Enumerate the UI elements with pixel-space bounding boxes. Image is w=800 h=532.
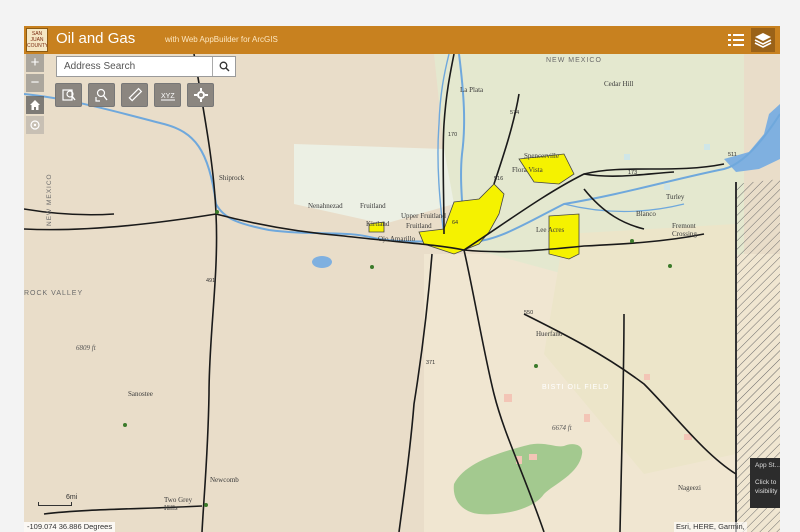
app-state-line2: visibility (755, 488, 778, 495)
state-land-parcel-6 (664, 184, 670, 190)
layer-list-button[interactable] (751, 28, 775, 52)
label-new-mexico-left: NEW MEXICO (46, 173, 53, 226)
address-search (56, 56, 236, 77)
label-route-173: 173 (628, 170, 638, 176)
label-route-491: 491 (206, 278, 216, 284)
label-kirtland: Kirtland (366, 220, 390, 228)
forest-inholding-2 (529, 454, 537, 460)
town-dot-sanostee (123, 423, 127, 427)
list-icon (728, 34, 744, 46)
coordinate-tool-button[interactable]: XYZ (154, 83, 181, 107)
app-header: SAN JUAN COUNTY Oil and Gas with Web App… (24, 26, 780, 54)
town-dot-ojo (370, 265, 374, 269)
search-button[interactable] (212, 57, 235, 76)
app-state-line1: Click to (755, 479, 777, 486)
label-huerfano: Huerfano (536, 330, 563, 338)
label-flora-vista: Flora Vista (512, 166, 543, 174)
svg-text:XYZ: XYZ (161, 93, 175, 100)
label-route-64: 64 (452, 220, 459, 226)
coordinate-readout: -109.074 36.886 Degrees (24, 522, 116, 532)
lake (312, 256, 332, 268)
map-attribution: Esri, HERE, Garmin, (674, 522, 747, 532)
label-route-170: 170 (448, 132, 458, 138)
app-frame: SAN JUAN COUNTY Oil and Gas with Web App… (24, 26, 780, 532)
label-route-550: 550 (524, 310, 534, 316)
scale-label: 6mi (66, 494, 78, 501)
label-route-371: 371 (426, 360, 436, 366)
label-nenahnezad: Nenahnezad (308, 202, 343, 210)
label-fremont-crossing: Fremont Crossing (672, 222, 697, 238)
zoom-out-button[interactable]: − (26, 74, 44, 92)
label-lee-acres: Lee Acres (536, 226, 565, 234)
address-search-input[interactable] (57, 57, 213, 76)
home-icon (30, 100, 40, 110)
label-two-grey-hills: Two Grey Hills (164, 496, 193, 512)
legend-button[interactable] (724, 28, 748, 52)
label-spencerville: Spencerville (524, 152, 559, 160)
label-ojo-amarillo: Ojo Amarillo (378, 235, 416, 243)
state-land-parcel-3 (644, 374, 650, 380)
app-state-panel[interactable]: App St... Click to visibility (750, 458, 780, 508)
town-dot-shiprock (215, 210, 219, 214)
county-logo: SAN JUAN COUNTY (26, 28, 48, 52)
select-tool-button[interactable] (88, 83, 115, 107)
my-location-button[interactable] (26, 116, 44, 134)
label-new-mexico-top: NEW MEXICO (546, 57, 602, 64)
town-dot-blanco (630, 239, 634, 243)
label-elev-6809: 6809 ft (76, 344, 96, 352)
measure-tool-button[interactable] (121, 83, 148, 107)
label-route-511: 511 (728, 152, 737, 158)
home-button[interactable] (26, 96, 44, 114)
app-state-title: App St... (755, 462, 780, 469)
ruler-icon (127, 87, 142, 102)
label-blanco: Blanco (636, 210, 656, 218)
state-land-parcel-7 (704, 144, 710, 150)
zoom-controls: + − (26, 54, 44, 136)
label-la-plata: La Plata (460, 86, 484, 94)
layers-icon (754, 33, 772, 48)
state-land-parcel-2 (584, 414, 590, 422)
search-icon (219, 61, 229, 72)
label-route-574: 574 (510, 110, 520, 116)
label-fruitland: Fruitland (406, 222, 432, 230)
label-rock-valley: ROCK VALLEY (24, 290, 84, 297)
label-bisti-oil-field: BISTI OIL FIELD (542, 384, 610, 391)
search-features-icon (94, 88, 108, 102)
label-elev-6674: 6674 ft (552, 424, 572, 432)
state-land-parcel-5 (624, 154, 630, 160)
app-title: Oil and Gas (56, 30, 136, 47)
search-map-icon (61, 89, 76, 101)
map-canvas[interactable] (24, 54, 780, 532)
zoom-in-button[interactable]: + (26, 54, 44, 72)
label-nageezi: Nageezi (678, 484, 701, 492)
state-land-parcel (504, 394, 512, 402)
scale-bar-line (38, 502, 72, 506)
label-newcomb: Newcomb (210, 476, 239, 484)
gear-icon (193, 88, 208, 102)
app-subtitle: with Web AppBuilder for ArcGIS (165, 35, 278, 44)
query-tool-button[interactable] (55, 83, 82, 107)
label-turley: Turley (666, 193, 685, 201)
label-shiprock: Shiprock (219, 174, 245, 182)
label-route-516: 516 (494, 176, 504, 182)
label-sanostee: Sanostee (128, 390, 153, 398)
locate-icon (30, 120, 40, 130)
town-dot-newcomb (204, 503, 208, 507)
label-cedar-hill: Cedar Hill (604, 80, 634, 88)
widget-toolbar: XYZ (55, 83, 214, 107)
xy-icon: XYZ (160, 93, 175, 101)
town-dot-fremont (668, 264, 672, 268)
settings-tool-button[interactable] (187, 83, 214, 107)
label-upper-fruitland: Upper Fruitland (401, 212, 446, 220)
oil-gas-field-east (548, 213, 580, 260)
town-dot-huerfano (534, 364, 538, 368)
label-fruitland-upper: Fruitland (360, 202, 386, 210)
